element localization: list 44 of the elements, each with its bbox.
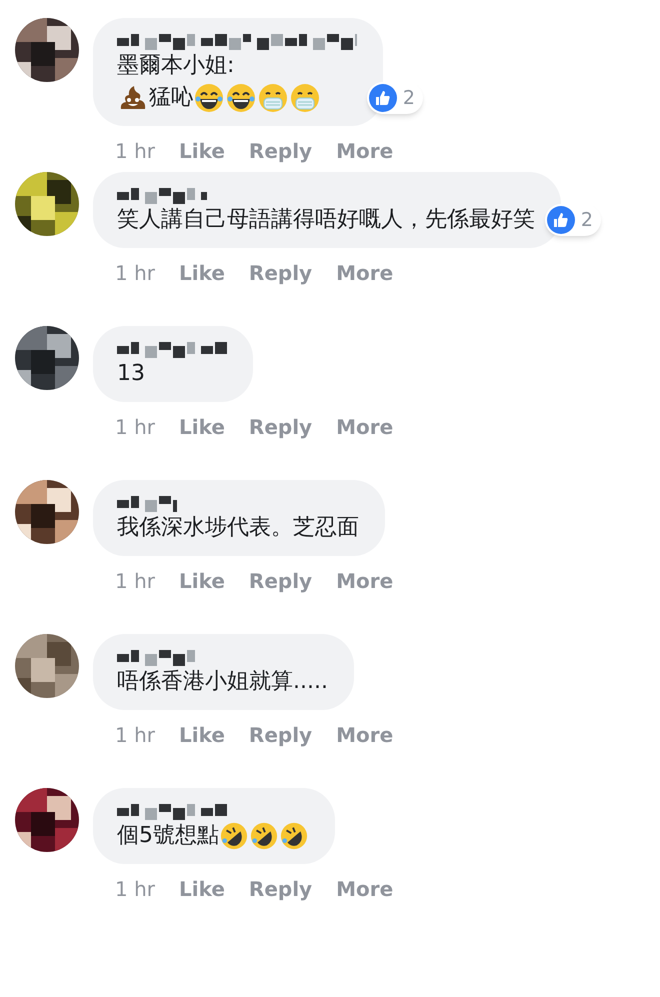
timestamp: 1 hr (115, 414, 155, 441)
action-link[interactable]: More (336, 720, 394, 750)
action-link[interactable]: Like (178, 136, 225, 166)
reaction-count: 2 (580, 208, 593, 232)
action-link[interactable]: More (336, 258, 394, 288)
comment-text: 13 (117, 360, 145, 388)
timestamp: 1 hr (115, 138, 155, 165)
action-link[interactable]: More (336, 566, 394, 596)
comment-text: 笑人講自己母語講得唔好嘅人，先係最好笑 (117, 206, 535, 234)
reaction-count: 2 (402, 86, 415, 110)
action-link[interactable]: Like (178, 412, 225, 442)
thumbs-up-icon (368, 84, 397, 112)
rolling-laughing-face-icon (220, 822, 248, 850)
action-link[interactable]: Like (178, 566, 225, 596)
reaction-badge[interactable]: 2 (544, 204, 601, 236)
action-link[interactable]: Like (178, 874, 225, 904)
comment-text: 猛吣 (149, 84, 193, 112)
rolling-laughing-face-icon (250, 822, 278, 850)
action-link[interactable]: Reply (248, 720, 312, 750)
timestamp: 1 hr (115, 260, 155, 287)
reaction-badge[interactable]: 2 (366, 82, 423, 114)
comment-text: 我係深水埗代表。芝忍面 (117, 514, 359, 542)
action-link[interactable]: Like (178, 258, 225, 288)
rolling-laughing-face-icon (280, 822, 308, 850)
action-link[interactable]: More (336, 136, 394, 166)
action-link[interactable]: Reply (248, 258, 312, 288)
comment-text: 唔係香港小姐就算..... (117, 668, 328, 696)
action-link[interactable]: Like (178, 720, 225, 750)
action-link[interactable]: More (336, 874, 394, 904)
face-with-mask-icon (258, 83, 288, 113)
action-link[interactable]: Reply (248, 874, 312, 904)
thumbs-up-icon (546, 206, 575, 234)
action-link[interactable]: Reply (248, 412, 312, 442)
comment-text: 個5號想點 (117, 822, 219, 850)
laughing-face-icon (226, 83, 256, 113)
laughing-face-icon (194, 83, 224, 113)
face-with-mask-icon (290, 83, 320, 113)
action-link[interactable]: More (336, 412, 394, 442)
timestamp: 1 hr (115, 876, 155, 903)
timestamp: 1 hr (115, 568, 155, 595)
action-link[interactable]: Reply (248, 566, 312, 596)
action-link[interactable]: Reply (248, 136, 312, 166)
comment-text: 墨爾本小姐: (117, 52, 234, 80)
timestamp: 1 hr (115, 722, 155, 749)
